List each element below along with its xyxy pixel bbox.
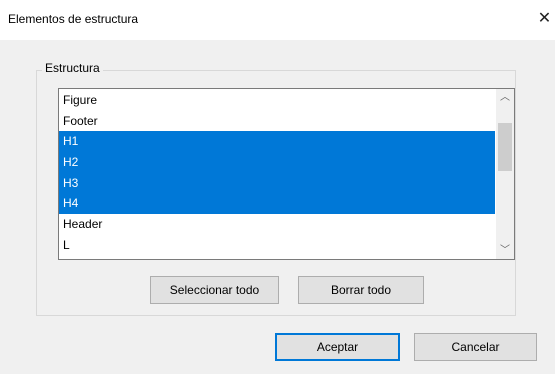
dialog-title: Elementos de estructura (8, 12, 139, 26)
title-bar: Elementos de estructura ✕ (0, 0, 555, 40)
list-item[interactable]: L (59, 235, 495, 256)
close-icon[interactable]: ✕ (534, 6, 555, 32)
list-item[interactable]: H1 (59, 131, 495, 153)
structure-listbox[interactable]: Figure Footer H1 H2 H3 H4 Header L ︿ ﹀ (58, 88, 515, 260)
structure-list-items: Figure Footer H1 H2 H3 H4 Header L (59, 90, 495, 256)
clear-all-button[interactable]: Borrar todo (298, 276, 424, 304)
structure-legend: Estructura (42, 61, 103, 75)
accept-button[interactable]: Aceptar (275, 333, 400, 361)
cancel-button[interactable]: Cancelar (414, 333, 537, 361)
list-item[interactable]: H2 (59, 152, 495, 173)
list-item[interactable]: H3 (59, 172, 495, 194)
select-all-button[interactable]: Seleccionar todo (150, 276, 279, 304)
list-item[interactable]: Figure (59, 90, 495, 111)
list-item[interactable]: Header (59, 214, 495, 235)
list-item[interactable]: Footer (59, 111, 495, 132)
list-scrollbar[interactable]: ︿ ﹀ (496, 89, 514, 259)
scrollbar-thumb[interactable] (498, 123, 512, 171)
list-item[interactable]: H4 (59, 193, 495, 215)
scroll-down-icon[interactable]: ﹀ (496, 242, 514, 259)
scroll-up-icon[interactable]: ︿ (496, 89, 514, 106)
